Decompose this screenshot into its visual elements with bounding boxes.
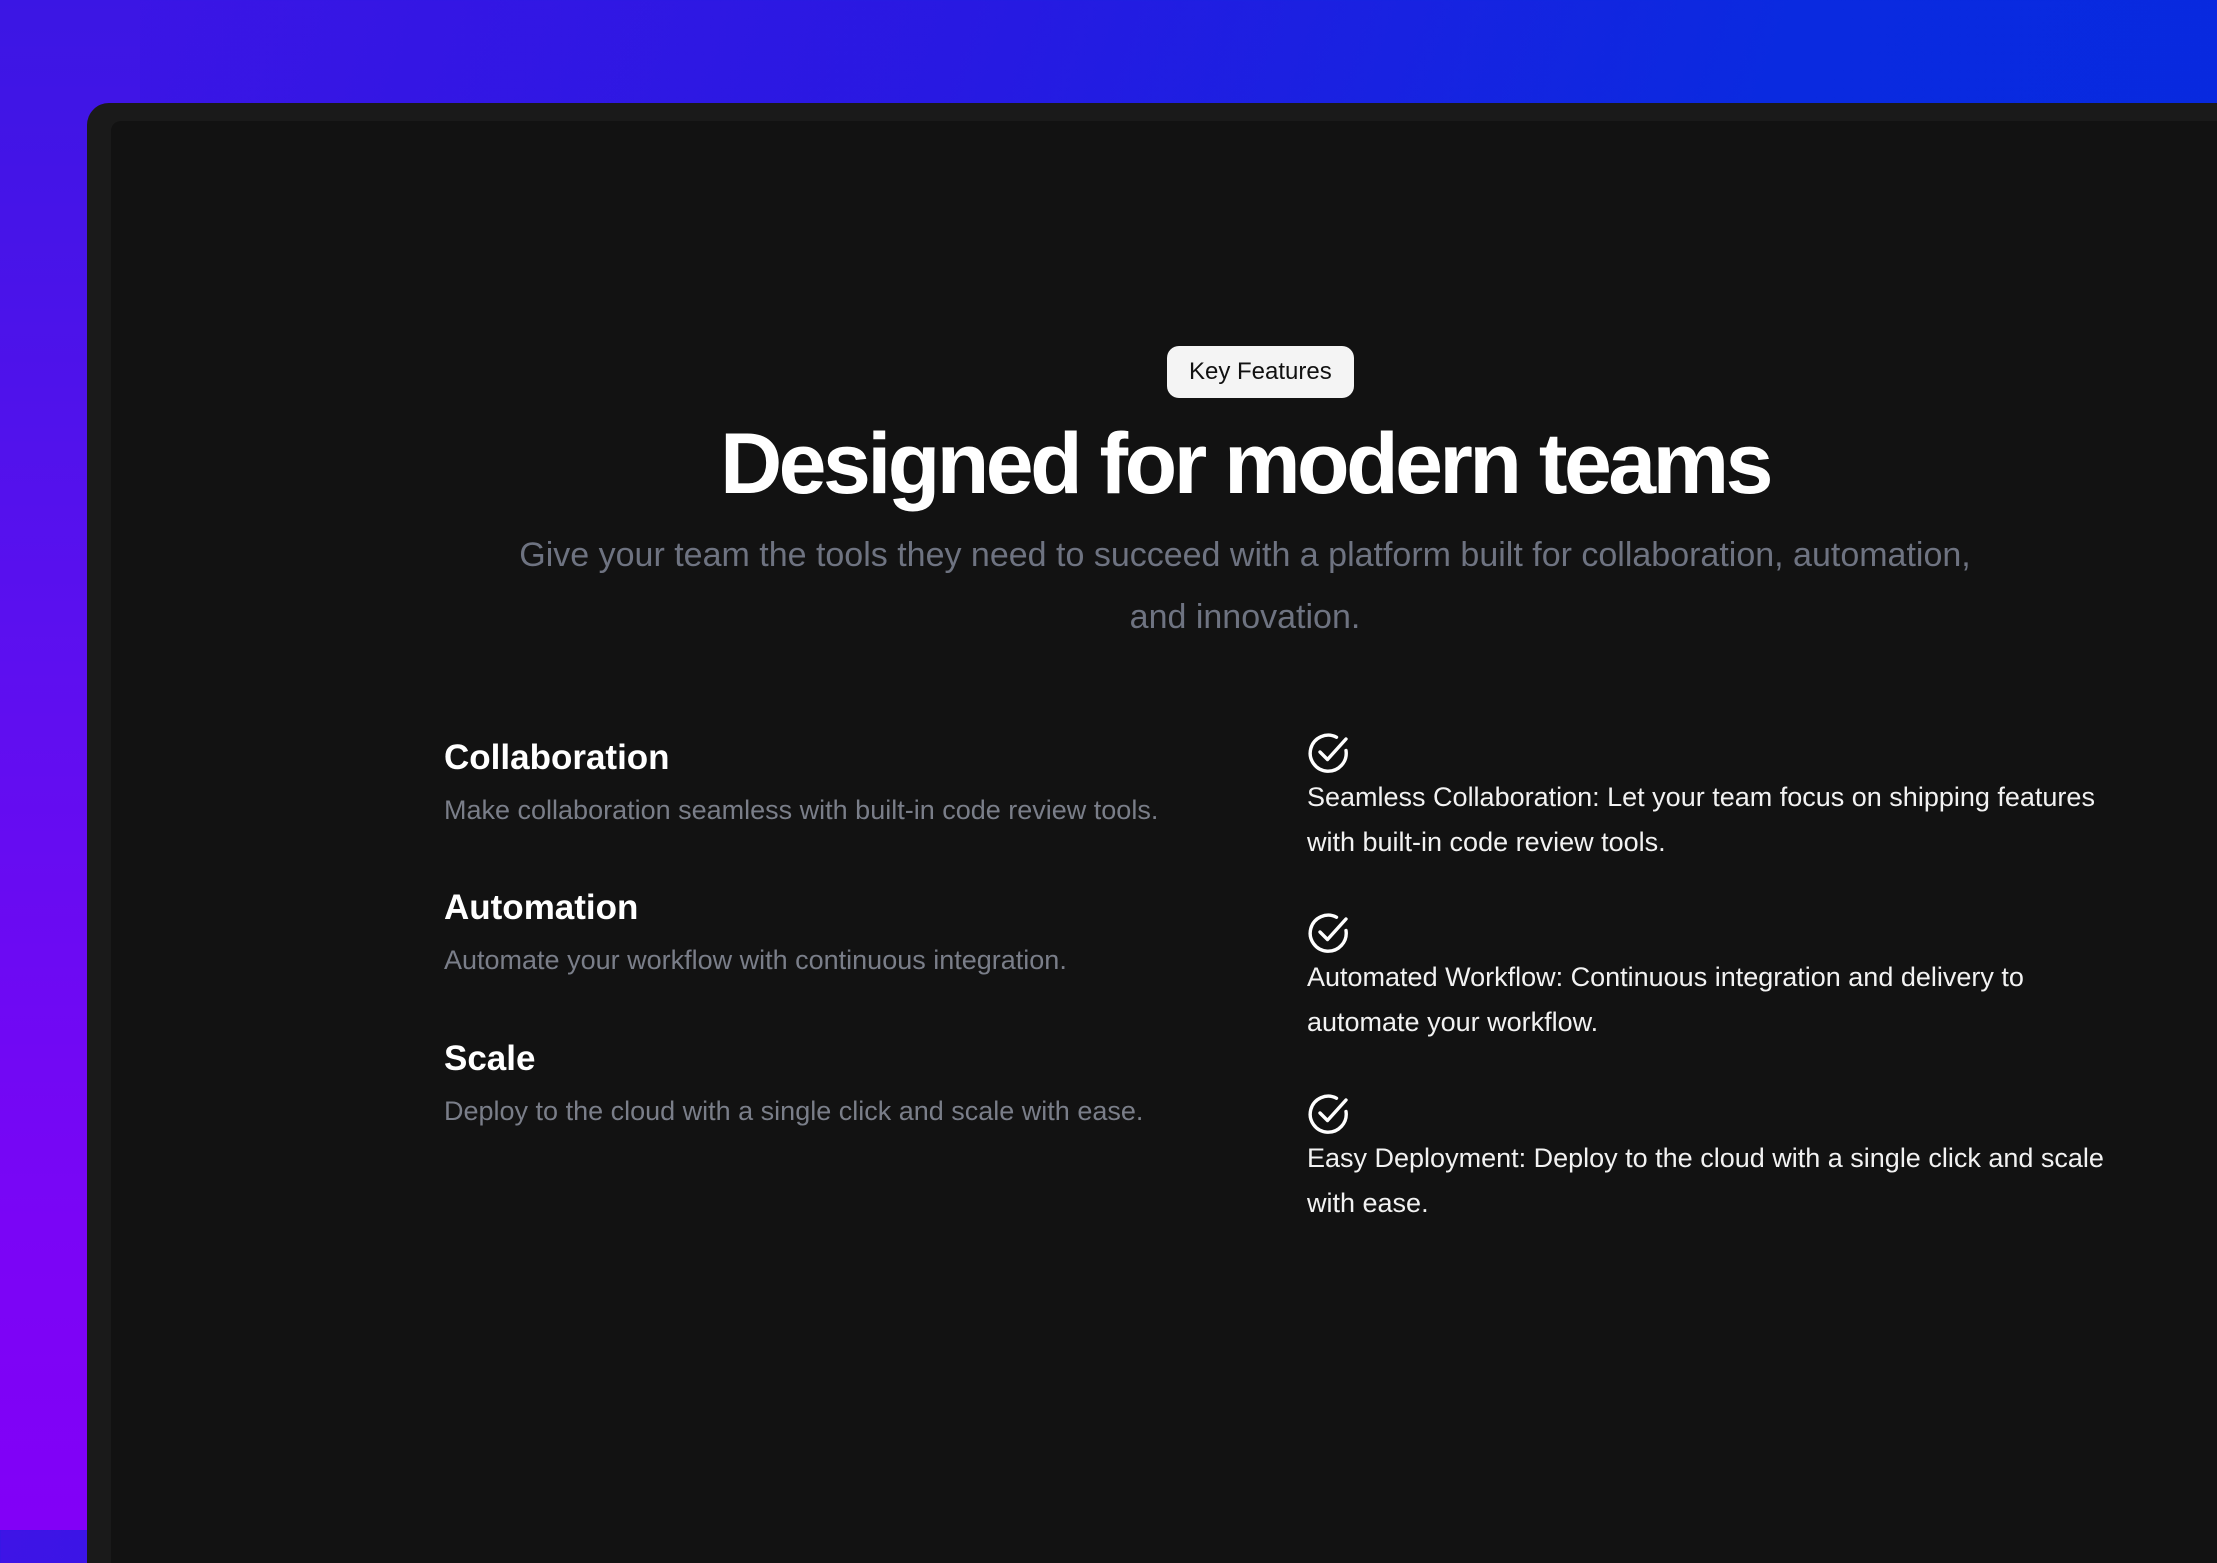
- check-circle-icon: [1308, 733, 1348, 773]
- feature-title: Automation: [444, 888, 639, 927]
- feature-title: Collaboration: [444, 738, 670, 777]
- feature-item-collaboration: Collaboration Make collaboration seamles…: [444, 736, 1264, 828]
- features-section: Key Features Designed for modern teams G…: [111, 121, 2217, 1521]
- feature-title: Scale: [444, 1039, 536, 1078]
- checklist-item-deployment: Easy Deployment: Deploy to the cloud wit…: [1307, 1092, 2107, 1226]
- check-circle-icon: [1308, 913, 1348, 953]
- check-circle-icon: [1308, 1094, 1348, 1134]
- feature-description: Deploy to the cloud with a single click …: [444, 1096, 1144, 1126]
- checklist-item-collaboration: Seamless Collaboration: Let your team fo…: [1307, 731, 2107, 865]
- checklist-text: Seamless Collaboration: Let your team fo…: [1307, 782, 2095, 857]
- feature-description: Make collaboration seamless with built-i…: [444, 795, 1159, 825]
- key-features-badge: Key Features: [1167, 346, 1354, 398]
- page-title: Designed for modern teams: [720, 416, 1773, 512]
- checklist-item-automation: Automated Workflow: Continuous integrati…: [1307, 911, 2107, 1045]
- feature-item-scale: Scale Deploy to the cloud with a single …: [444, 1037, 1264, 1129]
- checklist-text: Automated Workflow: Continuous integrati…: [1307, 962, 2024, 1037]
- feature-description: Automate your workflow with continuous i…: [444, 945, 1067, 975]
- page-subtitle: Give your team the tools they need to su…: [519, 536, 1971, 636]
- feature-item-automation: Automation Automate your workflow with c…: [444, 886, 1264, 978]
- page-panel: Key Features Designed for modern teams G…: [111, 121, 2217, 1563]
- browser-window: Key Features Designed for modern teams G…: [87, 103, 2217, 1563]
- checklist-text: Easy Deployment: Deploy to the cloud wit…: [1307, 1143, 2104, 1218]
